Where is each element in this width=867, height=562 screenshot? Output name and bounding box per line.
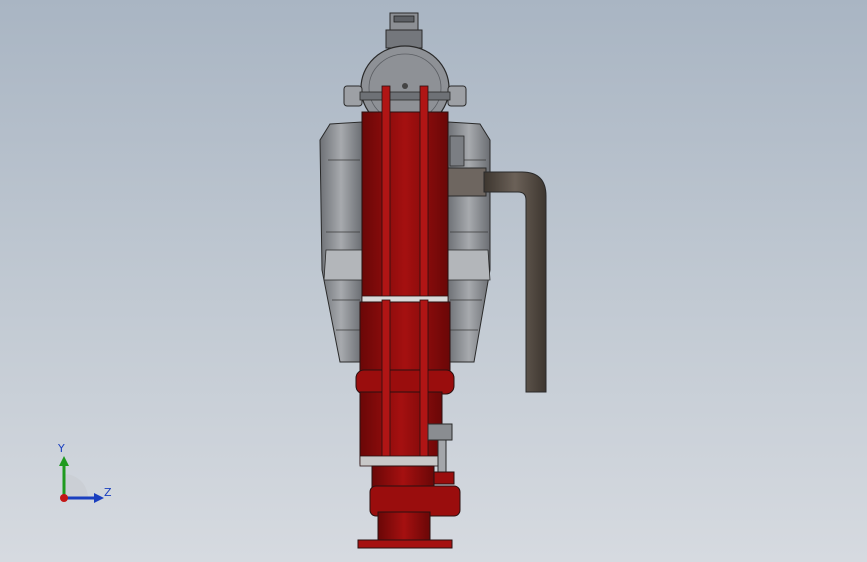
upper-arm[interactable] — [361, 85, 449, 307]
robot-arm-model[interactable] — [0, 0, 867, 562]
y-axis-label: Y — [58, 442, 65, 455]
coordinate-triad: Y Z — [48, 440, 118, 510]
z-axis-arrow-icon — [94, 493, 104, 503]
x-axis-dot-icon — [60, 494, 68, 502]
left-housing[interactable] — [319, 121, 363, 363]
exhaust-pipe[interactable] — [483, 171, 547, 393]
cad-viewport[interactable]: Y Z — [0, 0, 867, 562]
z-axis-label: Z — [104, 486, 112, 499]
y-axis-arrow-icon — [59, 456, 69, 466]
top-motor-block[interactable] — [385, 12, 423, 49]
